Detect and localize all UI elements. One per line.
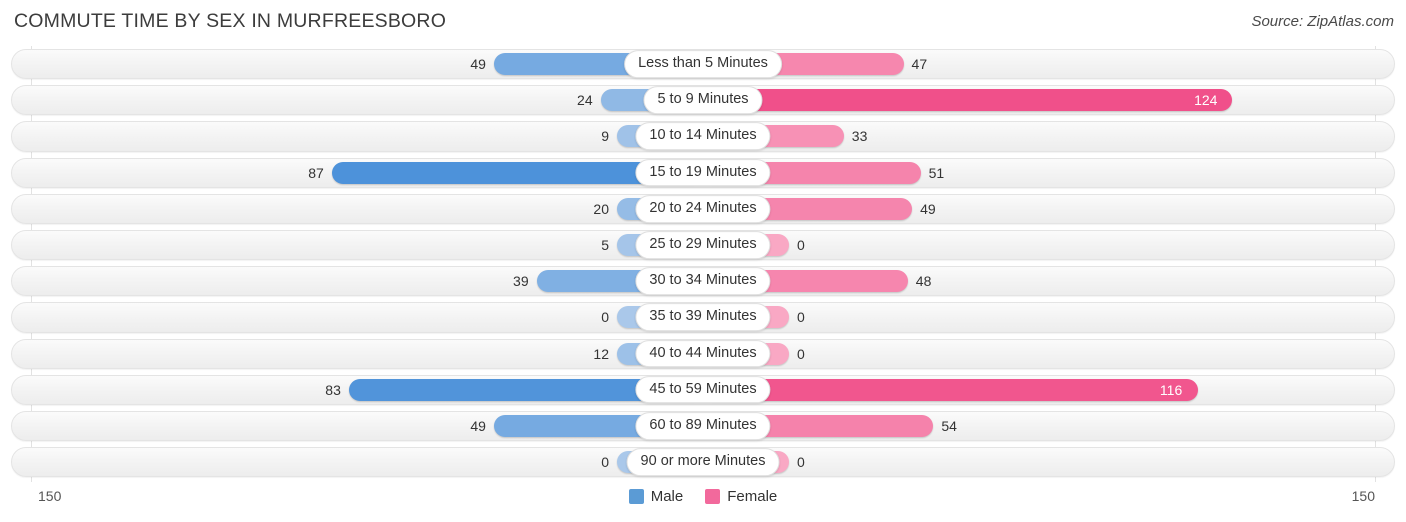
- bar-rows: 49 47 Less than 5 Minutes 24 124 5 to 9 Minut…: [0, 46, 1406, 480]
- plot-area: 49 47 Less than 5 Minutes 24 124 5 to 9 Minut…: [0, 46, 1406, 482]
- male-value-label: 39: [513, 273, 529, 290]
- female-value-label: 0: [797, 309, 805, 326]
- female-bar[interactable]: [703, 378, 1198, 401]
- category-label: 25 to 29 Minutes: [635, 231, 771, 259]
- category-label: 20 to 24 Minutes: [635, 195, 771, 223]
- legend: Male Female: [0, 488, 1406, 505]
- chart-footer: 150 150 Male Female: [0, 484, 1406, 522]
- female-value-label: 48: [915, 273, 932, 290]
- bar-row: 49 54 60 to 89 Minutes: [0, 408, 1406, 444]
- category-label: 90 or more Minutes: [626, 448, 780, 476]
- page-title: COMMUTE TIME BY SEX IN MURFREESBORO: [14, 10, 447, 32]
- male-value-label: 49: [470, 417, 486, 434]
- bar-row: 24 124 5 to 9 Minutes: [0, 82, 1406, 118]
- category-label: 45 to 59 Minutes: [635, 375, 771, 404]
- bar-row: 12 0 40 to 44 Minutes: [0, 336, 1406, 372]
- male-value-label: 0: [601, 309, 609, 326]
- category-label: 40 to 44 Minutes: [635, 339, 771, 368]
- male-value-label: 24: [577, 92, 593, 109]
- bar-row: 39 48 30 to 34 Minutes: [0, 263, 1406, 299]
- category-label: 60 to 89 Minutes: [635, 412, 771, 440]
- bar-row: 83 116 45 to 59 Minutes: [0, 372, 1406, 408]
- male-value-label: 5: [601, 237, 609, 254]
- legend-item[interactable]: Male: [628, 488, 684, 505]
- male-value-label: 87: [308, 164, 324, 181]
- category-label: 30 to 34 Minutes: [635, 267, 771, 296]
- bar-row: 5 0 25 to 29 Minutes: [0, 227, 1406, 263]
- male-value-label: 9: [601, 128, 609, 145]
- category-label: 5 to 9 Minutes: [643, 86, 763, 115]
- female-value-label: 116: [1159, 381, 1183, 398]
- bar-row: 9 33 10 to 14 Minutes: [0, 118, 1406, 154]
- legend-swatch-icon: [705, 489, 721, 504]
- chart-page: COMMUTE TIME BY SEX IN MURFREESBORO Sour…: [0, 0, 1406, 522]
- male-value-label: 20: [593, 200, 609, 217]
- legend-item[interactable]: Female: [705, 488, 777, 505]
- source-attribution: Source: ZipAtlas.com: [1251, 13, 1394, 30]
- legend-label: Female: [727, 488, 778, 505]
- female-value-label: 47: [911, 56, 928, 73]
- female-value-label: 0: [797, 454, 805, 471]
- female-value-label: 54: [941, 417, 957, 434]
- category-label: Less than 5 Minutes: [624, 50, 782, 78]
- male-value-label: 0: [601, 454, 609, 471]
- bar-row: 87 51 15 to 19 Minutes: [0, 155, 1406, 191]
- category-label: 35 to 39 Minutes: [635, 303, 771, 332]
- male-value-label: 49: [470, 56, 486, 73]
- male-value-label: 83: [325, 381, 341, 398]
- category-label: 10 to 14 Minutes: [635, 122, 771, 151]
- category-label: 15 to 19 Minutes: [635, 158, 771, 187]
- bar-row: 20 49 20 to 24 Minutes: [0, 191, 1406, 227]
- female-value-label: 0: [797, 237, 805, 254]
- bar-row: 0 0 35 to 39 Minutes: [0, 299, 1406, 335]
- female-value-label: 124: [1194, 92, 1218, 109]
- female-value-label: 33: [851, 128, 868, 145]
- female-value-label: 49: [920, 200, 936, 217]
- legend-label: Male: [650, 488, 684, 505]
- male-value-label: 12: [593, 345, 609, 362]
- female-bar[interactable]: [703, 89, 1233, 112]
- legend-swatch-icon: [628, 489, 644, 504]
- female-value-label: 51: [928, 164, 945, 181]
- female-value-label: 0: [797, 345, 805, 362]
- bar-row: 49 47 Less than 5 Minutes: [0, 46, 1406, 82]
- bar-row: 0 0 90 or more Minutes: [0, 444, 1406, 480]
